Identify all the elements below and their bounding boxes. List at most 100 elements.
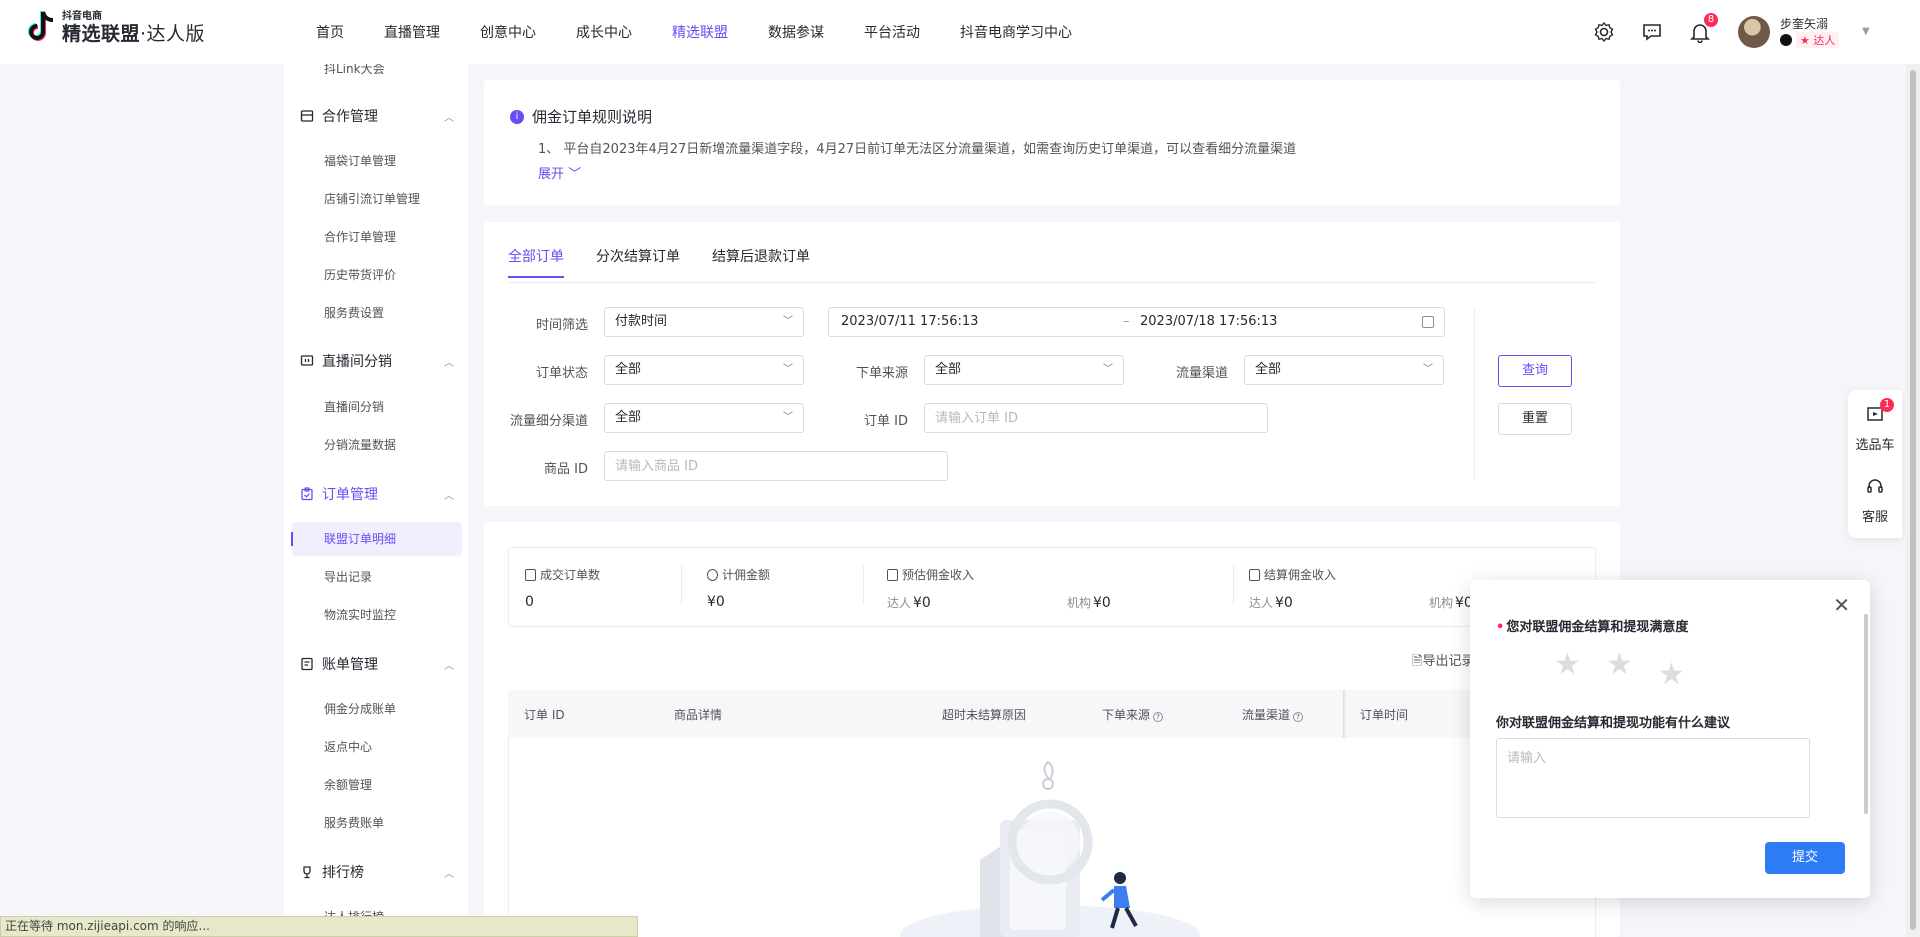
export-records-link[interactable]: 🗎导出记录 — [1412, 650, 1474, 674]
star-rating: ★ ★ ★ — [1554, 650, 1685, 690]
caret-down-icon[interactable]: ▼ — [1862, 26, 1870, 37]
order-source-select[interactable]: 全部 ﹀ — [924, 355, 1124, 385]
chevron-up-icon: ︿ — [444, 869, 454, 880]
order-id-label: 订单 ID — [864, 414, 908, 429]
tabs-divider — [508, 282, 1596, 283]
store-icon — [300, 110, 314, 122]
submit-button[interactable]: 提交 — [1765, 842, 1845, 874]
order-tabs: 全部订单 分次结算订单 结算后退款订单 — [508, 246, 810, 278]
sidebar-item-service-fee-bill[interactable]: 服务费账单 — [284, 806, 468, 840]
page-scrollbar[interactable] — [1906, 64, 1920, 937]
traffic-channel-select[interactable]: 全部 ﹀ — [1244, 355, 1444, 385]
order-source-label: 下单来源 — [855, 366, 908, 381]
customer-service-button[interactable]: 客服 — [1848, 476, 1902, 525]
calendar-icon[interactable] — [1422, 316, 1434, 328]
sidebar: 抖Link大会 合作管理 ︿ 福袋订单管理 店铺引流订单管理 合作订单管理 历史带… — [284, 64, 468, 937]
sidebar-group-order-management[interactable]: 订单管理 ︿ — [284, 476, 468, 512]
deal-orders-title: 成交订单数 — [525, 566, 600, 583]
brand-logo[interactable]: 抖音电商 精选联盟·达人版 — [26, 10, 205, 46]
star-icon[interactable]: ★ — [1554, 650, 1581, 680]
product-cart-button[interactable]: 1 选品车 — [1848, 398, 1902, 453]
close-icon[interactable]: ✕ — [1833, 595, 1850, 615]
date-end[interactable]: 2023/07/18 17:56:13 — [1140, 308, 1277, 336]
sidebar-item-lucky-bag-orders[interactable]: 福袋订单管理 — [284, 144, 468, 178]
sidebar-item-rebate-center[interactable]: 返点中心 — [284, 730, 468, 764]
sidebar-group-cooperation[interactable]: 合作管理 ︿ — [284, 98, 468, 134]
order-status-label: 订单状态 — [535, 366, 588, 381]
cart-badge: 1 — [1880, 398, 1894, 412]
col-timeout-reason: 超时未结算原因 — [942, 708, 1027, 722]
fixed-column-shadow — [1343, 690, 1346, 738]
file-icon: 🗎 — [1412, 654, 1423, 669]
sidebar-item-export-records[interactable]: 导出记录 — [284, 560, 468, 594]
sidebar-group-billing[interactable]: 账单管理 ︿ — [284, 646, 468, 682]
nav-data[interactable]: 数据参谋 — [768, 22, 824, 42]
col-order-time: 订单时间 — [1360, 708, 1409, 722]
nav-growth[interactable]: 成长中心 — [576, 22, 632, 42]
tiktok-icon — [1780, 34, 1792, 46]
star-icon[interactable]: ★ — [1658, 660, 1685, 690]
chevron-down-icon: ﹀ — [783, 316, 793, 327]
est-income-agency: 机构 ¥0 — [1067, 595, 1111, 611]
settled-income-title: 结算佣金收入 — [1249, 566, 1336, 583]
scrollbar-thumb[interactable] — [1910, 70, 1916, 930]
tab-staged-settlement[interactable]: 分次结算订单 — [596, 246, 680, 278]
stat-divider — [681, 565, 682, 605]
popup-scrollbar[interactable] — [1864, 614, 1868, 814]
user-name[interactable]: 步奎矢溺 — [1780, 15, 1828, 32]
calculator-icon — [1249, 568, 1260, 581]
tab-post-settlement-refund[interactable]: 结算后退款订单 — [712, 246, 810, 278]
nav-activity[interactable]: 平台活动 — [864, 22, 920, 42]
sidebar-group-live-distribution[interactable]: 直播间分销 ︿ — [284, 343, 468, 379]
settled-income-talent: 达人 ¥0 — [1249, 595, 1293, 611]
sidebar-item-alliance-order-detail[interactable]: 联盟订单明细 — [292, 522, 462, 556]
sidebar-item-service-fee-settings[interactable]: 服务费设置 — [284, 296, 468, 330]
date-start[interactable]: 2023/07/11 17:56:13 — [841, 308, 978, 336]
date-range-picker[interactable]: 2023/07/11 17:56:13 – 2023/07/18 17:56:1… — [828, 307, 1445, 337]
brand-main: 精选联盟·达人版 — [62, 23, 206, 45]
chevron-up-icon: ︿ — [444, 661, 454, 672]
notice-expand-link[interactable]: 展开 ﹀ — [538, 163, 581, 182]
sidebar-item-logistics-monitor[interactable]: 物流实时监控 — [284, 598, 468, 632]
order-id-input[interactable] — [924, 403, 1268, 433]
sidebar-item-balance[interactable]: 余额管理 — [284, 768, 468, 802]
chevron-down-icon: ﹀ — [1103, 364, 1113, 375]
sidebar-item-distribution-traffic[interactable]: 分销流量数据 — [284, 428, 468, 462]
reset-button[interactable]: 重置 — [1498, 403, 1572, 435]
sub-channel-select[interactable]: 全部 ﹀ — [604, 403, 804, 433]
product-id-input[interactable] — [604, 451, 948, 481]
nav-learning[interactable]: 抖音电商学习中心 — [960, 22, 1072, 42]
nav-alliance[interactable]: 精选联盟 — [672, 22, 728, 42]
suggestion-textarea[interactable] — [1496, 738, 1810, 818]
traffic-channel-label: 流量渠道 — [1175, 366, 1228, 381]
query-button[interactable]: 查询 — [1498, 355, 1572, 387]
sidebar-item-history-reviews[interactable]: 历史带货评价 — [284, 258, 468, 292]
sidebar-item-live-distribution[interactable]: 直播间分销 — [284, 390, 468, 424]
top-header: 抖音电商 精选联盟·达人版 首页 直播管理 创意中心 成长中心 精选联盟 数据参… — [0, 0, 1920, 64]
avatar[interactable] — [1738, 16, 1770, 48]
nav-home[interactable]: 首页 — [316, 22, 344, 42]
tab-all-orders[interactable]: 全部订单 — [508, 246, 564, 278]
settings-icon[interactable] — [1593, 21, 1615, 43]
nav-creative[interactable]: 创意中心 — [480, 22, 536, 42]
wallet-icon — [887, 568, 898, 581]
order-status-select[interactable]: 全部 ﹀ — [604, 355, 804, 385]
nav-live[interactable]: 直播管理 — [384, 22, 440, 42]
time-type-select[interactable]: 付款时间 ﹀ — [604, 307, 804, 337]
sub-channel-label: 流量细分渠道 — [509, 414, 588, 429]
yuan-icon — [707, 568, 718, 581]
tv-icon — [300, 355, 314, 366]
message-icon[interactable] — [1641, 21, 1663, 43]
trophy-icon — [303, 866, 311, 879]
headset-icon — [1867, 479, 1883, 493]
sidebar-item-coop-orders[interactable]: 合作订单管理 — [284, 220, 468, 254]
sidebar-group-ranking[interactable]: 排行榜 ︿ — [284, 854, 468, 890]
chevron-down-icon: ﹀ — [1423, 364, 1433, 375]
help-icon[interactable]: ? — [1153, 712, 1164, 722]
sidebar-item-link-conference[interactable]: 抖Link大会 — [284, 64, 468, 86]
chevron-down-icon: ﹀ — [568, 167, 582, 182]
sidebar-item-commission-bill[interactable]: 佣金分成账单 — [284, 692, 468, 726]
sidebar-item-shop-traffic-orders[interactable]: 店铺引流订单管理 — [284, 182, 468, 216]
help-icon[interactable]: ? — [1293, 712, 1304, 722]
star-icon[interactable]: ★ — [1606, 650, 1633, 680]
